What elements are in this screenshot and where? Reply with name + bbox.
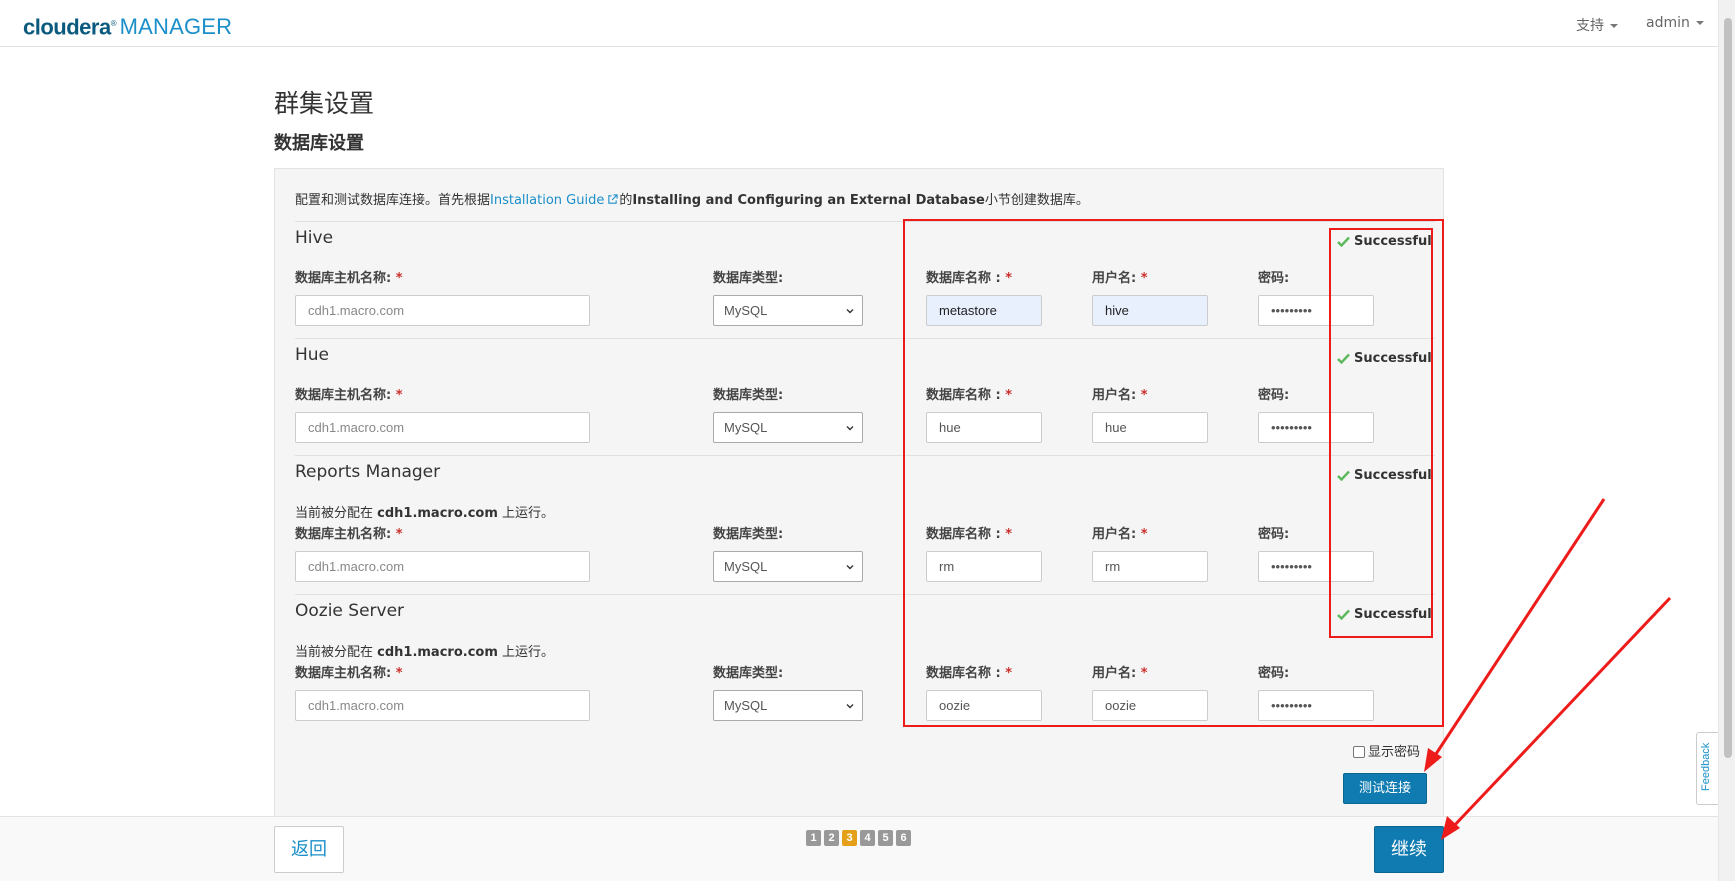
- page-scrollbar[interactable]: [1718, 0, 1735, 881]
- db-type-select[interactable]: MySQL: [713, 412, 863, 443]
- assigned-host-note: 当前被分配在 cdh1.macro.com 上运行。: [295, 502, 554, 521]
- runs-on-host: cdh1.macro.com: [377, 645, 498, 660]
- logo-text-cloudera: cloudera: [23, 14, 111, 40]
- db-type-label: 数据库类型:: [713, 271, 784, 286]
- db-type-select[interactable]: MySQL: [713, 295, 863, 326]
- scrollbar-thumb[interactable]: [1724, 18, 1732, 758]
- chevron-down-icon: [846, 565, 854, 570]
- top-navbar: cloudera® MANAGER 支持 admin: [0, 0, 1718, 47]
- wizard-step[interactable]: 6: [896, 830, 911, 846]
- intro-emphasis: Installing and Configuring an External D…: [632, 193, 985, 208]
- db-type-value: MySQL: [724, 698, 768, 713]
- wizard-step[interactable]: 1: [806, 830, 821, 846]
- host-input[interactable]: cdh1.macro.com: [295, 690, 590, 721]
- host-label-text: 数据库主机名称:: [295, 527, 392, 542]
- page-title: 群集设置: [274, 89, 375, 118]
- logo-registered-mark: ®: [110, 19, 117, 28]
- support-menu[interactable]: 支持: [1576, 15, 1618, 35]
- required-marker: *: [395, 666, 403, 681]
- wizard-step-current[interactable]: 3: [842, 830, 857, 846]
- db-type-value: MySQL: [724, 420, 768, 435]
- logo-text-manager: MANAGER: [119, 14, 233, 40]
- db-type-value: MySQL: [724, 303, 768, 318]
- service-name: Hue: [295, 345, 330, 365]
- intro-middle: 的: [619, 193, 633, 208]
- host-label: 数据库主机名称: *: [295, 384, 403, 403]
- host-label: 数据库主机名称: *: [295, 267, 403, 286]
- db-type-label: 数据库类型:: [713, 527, 784, 542]
- intro-suffix: 小节创建数据库。: [984, 193, 1089, 208]
- intro-prefix: 配置和测试数据库连接。首先根据: [295, 193, 491, 208]
- runs-on-suffix: 上运行。: [497, 645, 555, 660]
- support-menu-label: 支持: [1576, 18, 1604, 34]
- runs-on-prefix: 当前被分配在: [295, 645, 378, 660]
- host-input[interactable]: cdh1.macro.com: [295, 295, 590, 326]
- chevron-down-icon: [846, 704, 854, 709]
- db-type-value: MySQL: [724, 559, 768, 574]
- intro-text: 配置和测试数据库连接。首先根据Installation Guide 的Instal…: [295, 189, 1089, 208]
- service-name: Reports Manager: [295, 462, 441, 482]
- host-label: 数据库主机名称: *: [295, 662, 403, 681]
- db-type-select[interactable]: MySQL: [713, 551, 863, 582]
- db-type-label: 数据库类型:: [713, 666, 784, 681]
- wizard-footer: 返回 123456 继续: [0, 816, 1718, 881]
- db-type-select[interactable]: MySQL: [713, 690, 863, 721]
- required-marker: *: [395, 388, 403, 403]
- test-connection-button[interactable]: 测试连接: [1343, 773, 1427, 804]
- wizard-step[interactable]: 4: [860, 830, 875, 846]
- host-label-text: 数据库主机名称:: [295, 388, 392, 403]
- installation-guide-link[interactable]: Installation Guide: [490, 193, 604, 208]
- user-menu[interactable]: admin: [1646, 15, 1704, 31]
- annotation-arrow-to-test-button: [1424, 498, 1606, 772]
- user-menu-label: admin: [1646, 15, 1690, 31]
- assigned-host-note: 当前被分配在 cdh1.macro.com 上运行。: [295, 641, 554, 660]
- wizard-step-indicator: 123456: [806, 826, 914, 846]
- annotation-arrow-to-continue-button: [1441, 596, 1672, 840]
- runs-on-suffix: 上运行。: [497, 506, 555, 521]
- host-label-text: 数据库主机名称:: [295, 666, 392, 681]
- db-type-label: 数据库类型:: [713, 388, 784, 403]
- required-marker: *: [395, 271, 403, 286]
- external-link-icon[interactable]: [607, 194, 618, 205]
- wizard-step[interactable]: 5: [878, 830, 893, 846]
- checkbox-box[interactable]: [1353, 746, 1365, 758]
- feedback-label: Feedback: [1700, 742, 1712, 791]
- show-password-checkbox[interactable]: 显示密码: [1353, 741, 1420, 760]
- caret-down-icon: [1610, 24, 1618, 28]
- page-subtitle: 数据库设置: [274, 133, 364, 154]
- continue-button[interactable]: 继续: [1374, 826, 1444, 873]
- service-name: Oozie Server: [295, 601, 405, 621]
- runs-on-host: cdh1.macro.com: [377, 506, 498, 521]
- show-password-label: 显示密码: [1368, 745, 1421, 760]
- feedback-tab[interactable]: Feedback: [1696, 732, 1718, 805]
- wizard-step[interactable]: 2: [824, 830, 839, 846]
- cloudera-manager-logo[interactable]: cloudera® MANAGER: [23, 11, 232, 40]
- required-marker: *: [395, 527, 403, 542]
- chevron-down-icon: [846, 426, 854, 431]
- host-label-text: 数据库主机名称:: [295, 271, 392, 286]
- host-label: 数据库主机名称: *: [295, 523, 403, 542]
- annotation-box-statuses: [1329, 228, 1433, 638]
- host-input[interactable]: cdh1.macro.com: [295, 551, 590, 582]
- host-input[interactable]: cdh1.macro.com: [295, 412, 590, 443]
- runs-on-prefix: 当前被分配在: [295, 506, 378, 521]
- caret-down-icon: [1695, 21, 1704, 25]
- service-name: Hive: [295, 228, 334, 248]
- chevron-down-icon: [846, 309, 854, 314]
- back-button[interactable]: 返回: [274, 826, 344, 873]
